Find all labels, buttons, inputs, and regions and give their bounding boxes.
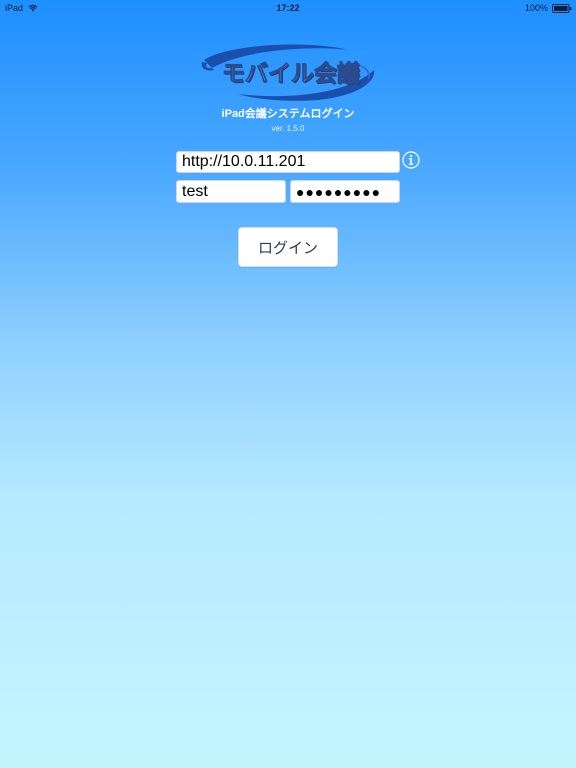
status-bar: iPad 17:22 100% (0, 0, 576, 16)
version-label: ver. 1.5.0 (271, 124, 305, 133)
login-button[interactable]: ログイン (238, 227, 338, 267)
server-url-input[interactable]: http://10.0.11.201 (176, 151, 400, 173)
password-input[interactable]: ●●●●●●●●● (290, 180, 400, 203)
logo-text: モバイル会議 (222, 61, 361, 88)
status-right: 100% (525, 3, 572, 13)
status-time: 17:22 (276, 3, 300, 13)
app-logo: モバイル会議 (198, 38, 380, 102)
login-title: iPad会議システムログイン (221, 108, 355, 120)
battery-percent: 100% (524, 3, 548, 13)
info-icon[interactable] (402, 151, 420, 169)
username-input[interactable]: test (176, 180, 286, 203)
battery-icon (552, 3, 572, 13)
